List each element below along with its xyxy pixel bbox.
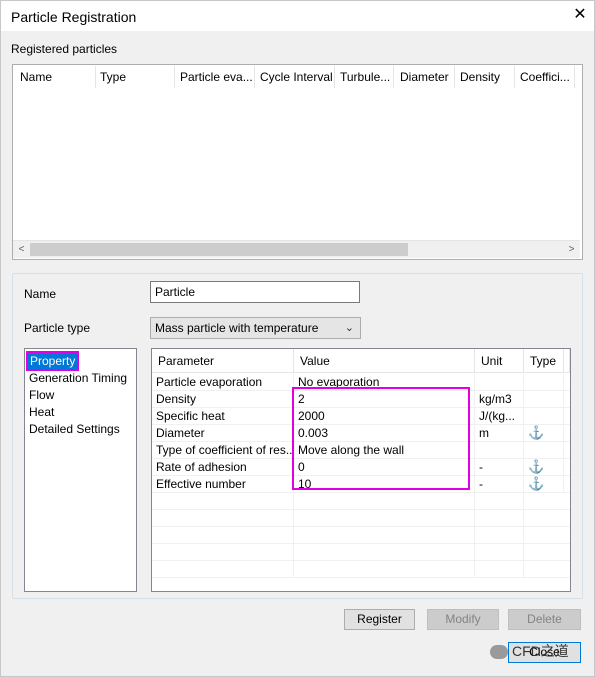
delete-button[interactable]: Delete: [508, 609, 581, 630]
scroll-right-icon[interactable]: >: [563, 241, 580, 258]
empty-row: [152, 527, 570, 544]
chevron-down-icon: ⌄: [344, 322, 354, 334]
watermark: CFD之道: [490, 638, 586, 664]
grid-header-type[interactable]: Type: [524, 349, 564, 373]
param-cell: Effective number: [152, 476, 294, 493]
empty-cell: [475, 544, 524, 561]
unit-cell: [475, 442, 524, 459]
param-cell: Rate of adhesion: [152, 459, 294, 476]
list-header: Name Type Particle eva... Cycle Interval…: [14, 66, 581, 90]
name-label: Name: [24, 287, 57, 301]
empty-cell: [294, 527, 475, 544]
modify-button[interactable]: Modify: [427, 609, 499, 630]
column-header-cycle-interval[interactable]: Cycle Interval: [254, 66, 335, 88]
column-header-name[interactable]: Name: [14, 66, 96, 88]
empty-cell: [152, 510, 294, 527]
param-cell: Density: [152, 391, 294, 408]
nav-item-heat[interactable]: Heat: [29, 404, 54, 420]
column-header-diameter[interactable]: Diameter: [394, 66, 455, 88]
unit-cell: -: [475, 476, 524, 493]
column-header-density[interactable]: Density: [454, 66, 515, 88]
particle-type-label: Particle type: [24, 321, 91, 335]
wechat-icon: [490, 645, 508, 660]
empty-cell: [294, 493, 475, 510]
highlight-annotation: [292, 387, 470, 490]
empty-row: [152, 561, 570, 578]
param-cell: Diameter: [152, 425, 294, 442]
title-bar: Particle Registration ✕: [1, 1, 594, 31]
empty-row: [152, 493, 570, 510]
column-header-turbulence[interactable]: Turbule...: [334, 66, 394, 88]
unit-cell: J/(kg...: [475, 408, 524, 425]
empty-cell: [294, 544, 475, 561]
unit-cell: m: [475, 425, 524, 442]
grid-header-value[interactable]: Value: [294, 349, 475, 373]
registered-particles-label: Registered particles: [11, 42, 118, 56]
scrollbar-thumb[interactable]: [30, 243, 408, 256]
nav-item-flow[interactable]: Flow: [29, 387, 54, 403]
particle-type-select[interactable]: Mass particle with temperature ⌄: [150, 317, 361, 339]
empty-cell: [475, 493, 524, 510]
empty-cell: [475, 510, 524, 527]
empty-cell: [152, 493, 294, 510]
column-header-type[interactable]: Type: [94, 66, 175, 88]
nav-item-generation-timing[interactable]: Generation Timing: [29, 370, 127, 386]
register-button[interactable]: Register: [344, 609, 415, 630]
anchor-icon[interactable]: ⚓: [524, 459, 564, 476]
empty-cell: [294, 510, 475, 527]
empty-row: [152, 510, 570, 527]
watermark-text: CFD之道: [512, 643, 569, 659]
unit-cell: [475, 374, 524, 391]
unit-cell: kg/m3: [475, 391, 524, 408]
category-nav: Property Generation Timing Flow Heat Det…: [24, 348, 137, 592]
empty-cell: [152, 527, 294, 544]
horizontal-scrollbar[interactable]: < >: [13, 240, 580, 258]
window-title: Particle Registration: [11, 9, 137, 25]
name-input[interactable]: Particle: [150, 281, 360, 303]
grid-header-unit[interactable]: Unit: [475, 349, 524, 373]
nav-item-detailed-settings[interactable]: Detailed Settings: [29, 421, 120, 437]
empty-cell: [152, 561, 294, 578]
registered-particles-list[interactable]: Name Type Particle eva... Cycle Interval…: [12, 64, 583, 260]
column-header-particle-evaporation[interactable]: Particle eva...: [174, 66, 255, 88]
param-cell: Particle evaporation: [152, 374, 294, 391]
type-cell: [524, 442, 564, 459]
nav-item-property[interactable]: Property: [25, 351, 80, 371]
empty-cell: [294, 561, 475, 578]
empty-cell: [475, 527, 524, 544]
grid-header-parameter[interactable]: Parameter: [152, 349, 294, 373]
particle-type-value: Mass particle with temperature: [155, 321, 319, 335]
grid-header-filler: [564, 349, 570, 373]
param-cell: Specific heat: [152, 408, 294, 425]
param-cell: Type of coefficient of res...: [152, 442, 294, 459]
empty-cell: [475, 561, 524, 578]
scroll-left-icon[interactable]: <: [13, 241, 30, 258]
type-cell: [524, 374, 564, 391]
unit-cell: -: [475, 459, 524, 476]
anchor-icon[interactable]: ⚓: [524, 476, 564, 493]
type-cell: [524, 408, 564, 425]
empty-cell: [152, 544, 294, 561]
empty-row: [152, 544, 570, 561]
close-icon[interactable]: ✕: [572, 5, 588, 25]
type-cell: [524, 391, 564, 408]
anchor-icon[interactable]: ⚓: [524, 425, 564, 442]
column-header-coefficient[interactable]: Coeffici...: [514, 66, 575, 88]
